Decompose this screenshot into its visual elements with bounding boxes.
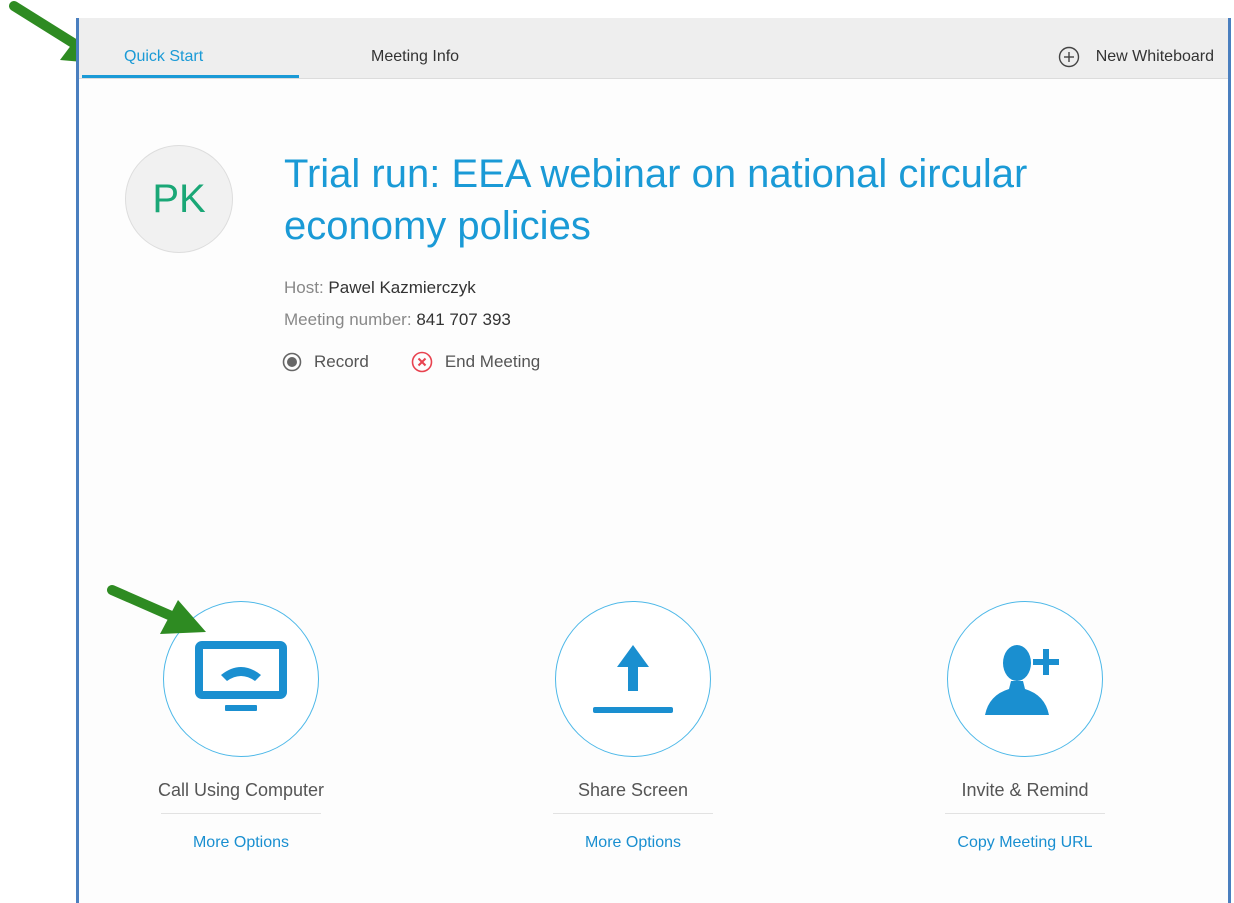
divider	[553, 813, 713, 814]
share-screen-card: Share Screen More Options	[513, 601, 753, 852]
more-options-link[interactable]: More Options	[513, 834, 753, 852]
host-name: Pawel Kazmierczyk	[328, 278, 476, 297]
meeting-title: Trial run: EEA webinar on national circu…	[284, 152, 1028, 248]
tab-quick-start[interactable]: Quick Start	[82, 18, 299, 78]
invite-remind-button[interactable]	[947, 601, 1103, 757]
divider	[945, 813, 1105, 814]
share-screen-button[interactable]	[555, 601, 711, 757]
tab-meeting-info[interactable]: Meeting Info	[371, 18, 459, 78]
record-button[interactable]: Record	[282, 351, 369, 373]
computer-phone-icon	[195, 641, 287, 711]
meeting-number-label: Meeting number:	[284, 310, 412, 329]
close-circle-icon	[411, 351, 433, 373]
end-meeting-label: End Meeting	[444, 352, 541, 371]
plus-circle-icon	[1058, 46, 1079, 68]
meeting-actions: Record End Meeting	[282, 351, 582, 373]
meeting-window: Quick Start Meeting Info New Whiteboard …	[76, 18, 1231, 903]
avatar: PK	[125, 145, 233, 253]
tab-bar: Quick Start Meeting Info New Whiteboard	[79, 18, 1228, 79]
record-icon	[282, 352, 302, 372]
share-screen-label: Share Screen	[577, 780, 689, 800]
call-using-computer-label: Call Using Computer	[157, 780, 325, 800]
annotation-arrow-call	[107, 585, 206, 634]
new-whiteboard-label: New Whiteboard	[1095, 48, 1214, 65]
meeting-number: 841 707 393	[416, 310, 511, 329]
more-options-link[interactable]: More Options	[121, 834, 361, 852]
invite-remind-card: Invite & Remind Copy Meeting URL	[905, 601, 1145, 852]
host-label: Host:	[284, 278, 324, 297]
copy-meeting-url-link[interactable]: Copy Meeting URL	[905, 834, 1145, 852]
share-upload-icon	[593, 645, 673, 713]
new-whiteboard-button[interactable]: New Whiteboard	[1058, 46, 1214, 68]
add-person-icon	[985, 645, 1059, 715]
record-label: Record	[314, 352, 369, 371]
invite-remind-label: Invite & Remind	[961, 780, 1089, 800]
divider	[161, 813, 321, 814]
host-line: Host: Pawel Kazmierczyk	[284, 278, 476, 298]
meeting-number-line: Meeting number: 841 707 393	[284, 310, 511, 330]
end-meeting-button[interactable]: End Meeting	[411, 351, 540, 373]
